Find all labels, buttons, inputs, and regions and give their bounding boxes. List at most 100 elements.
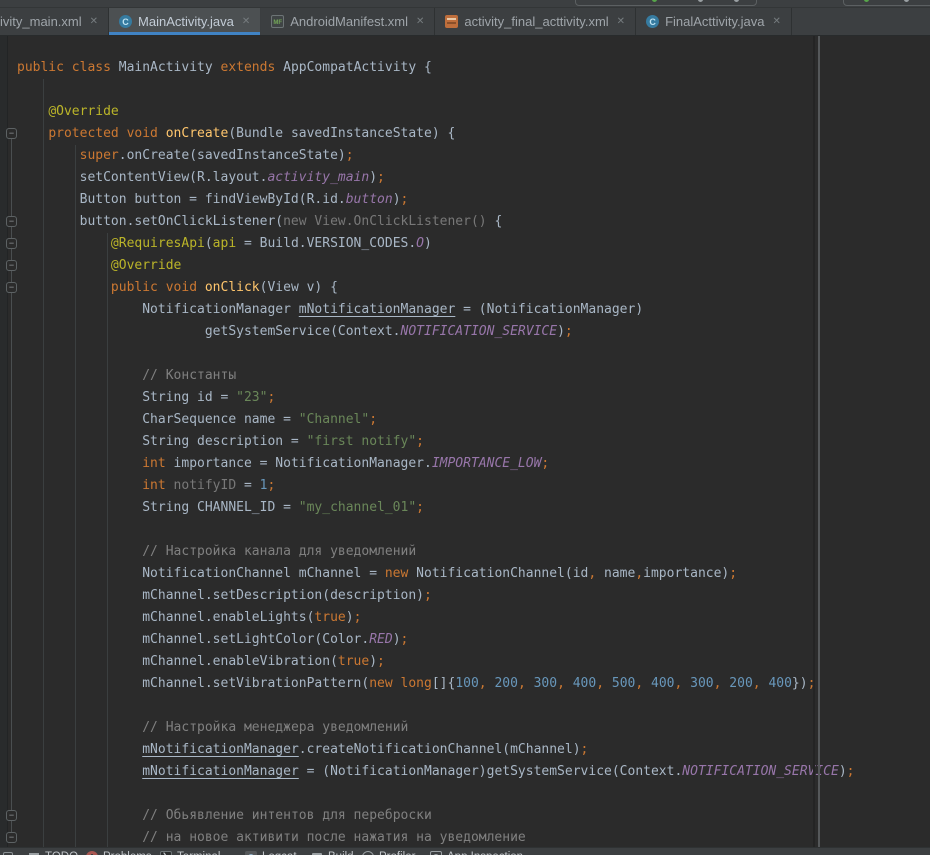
code-editor[interactable]: public class MainActivity extends AppCom… bbox=[0, 36, 930, 847]
code-token: true bbox=[314, 610, 345, 625]
code-line: Button button = findViewById(R.id.button… bbox=[0, 189, 930, 211]
tab-bar: ivity_main.xml✕CMainActivity.java✕MFAndr… bbox=[0, 8, 930, 36]
code-token: mNotificationManager bbox=[142, 742, 299, 757]
code-token: ; bbox=[416, 434, 424, 449]
code-line: public void onClick(View v) { bbox=[0, 277, 930, 299]
tool-window-label: App Inspection bbox=[447, 851, 523, 855]
tool-window-button-problems[interactable]: Problems bbox=[86, 851, 152, 855]
fold-collapse-icon[interactable]: − bbox=[6, 216, 17, 227]
tool-window-label: Terminal bbox=[177, 851, 220, 855]
code-token: (View v) { bbox=[260, 280, 338, 295]
code-token: AppCompatActivity { bbox=[283, 60, 432, 75]
device-status-icon bbox=[652, 0, 657, 2]
toolbar-button-group[interactable] bbox=[575, 0, 757, 6]
code-token: ) bbox=[369, 654, 377, 669]
code-token: .createNotificationChannel(mChannel) bbox=[299, 742, 581, 757]
toolbar-dot-icon bbox=[904, 0, 909, 2]
code-token bbox=[17, 148, 80, 163]
code-token: onCreate bbox=[166, 126, 229, 141]
code-line: mChannel.enableVibration(true); bbox=[0, 651, 930, 673]
code-line: String description = "first notify"; bbox=[0, 431, 930, 453]
code-token: name bbox=[596, 566, 635, 581]
code-line: NotificationManager mNotificationManager… bbox=[0, 299, 930, 321]
code-token: mChannel.enableVibration( bbox=[17, 654, 338, 669]
code-token: super bbox=[80, 148, 119, 163]
code-line: // Настройка канала для уведомлений bbox=[0, 541, 930, 563]
tool-window-button-logcat[interactable]: Logcat bbox=[245, 851, 297, 855]
code-line: public class MainActivity extends AppCom… bbox=[0, 57, 930, 79]
problems-icon bbox=[86, 851, 98, 855]
code-line: mChannel.setLightColor(Color.RED); bbox=[0, 629, 930, 651]
toolbar-button-group[interactable] bbox=[843, 0, 930, 6]
code-token: = (NotificationManager)getSystemService(… bbox=[299, 764, 683, 779]
fold-collapse-icon[interactable]: − bbox=[6, 282, 17, 293]
tool-window-bar: TODO Problems Terminal Logcat Build Profiler A… bbox=[0, 847, 930, 855]
fold-collapse-icon[interactable]: − bbox=[6, 128, 17, 139]
code-token: , bbox=[753, 676, 769, 691]
tab-label: MainActivity.java bbox=[138, 14, 234, 29]
editor-tab-finalacttivity-java[interactable]: CFinalActtivity.java✕ bbox=[636, 8, 792, 35]
tool-window-label: Profiler bbox=[379, 851, 415, 855]
code-token: 500 bbox=[612, 676, 635, 691]
code-token: ; bbox=[581, 742, 589, 757]
code-token: // Константы bbox=[142, 368, 236, 383]
toolbar-dot-icon bbox=[734, 0, 739, 2]
indent-guide-line bbox=[75, 145, 76, 847]
code-token: button.setOnClickListener( bbox=[17, 214, 283, 229]
editor-tab-ivity-main-xml[interactable]: ivity_main.xml ✕ bbox=[0, 8, 109, 35]
code-token bbox=[17, 478, 142, 493]
code-token: (Bundle savedInstanceState) { bbox=[228, 126, 455, 141]
code-line: @Override bbox=[0, 101, 930, 123]
editor-tab-androidmanifest-xml[interactable]: MFAndroidManifest.xml✕ bbox=[261, 8, 435, 35]
java-class-icon: C bbox=[119, 15, 132, 28]
code-token: setContentView(R.layout. bbox=[17, 170, 267, 185]
code-token: importance = NotificationManager. bbox=[174, 456, 432, 471]
code-token: ) bbox=[839, 764, 847, 779]
code-token: O bbox=[416, 236, 424, 251]
code-area[interactable]: public class MainActivity extends AppCom… bbox=[0, 57, 930, 847]
code-token: new long bbox=[369, 676, 432, 691]
code-token: NOTIFICATION_SERVICE bbox=[682, 764, 839, 779]
tool-window-button-build[interactable]: Build bbox=[311, 851, 354, 855]
code-token: ; bbox=[377, 654, 385, 669]
code-token: 100 bbox=[455, 676, 478, 691]
editor-tab-activity-final-acttivity-xml[interactable]: activity_final_acttivity.xml✕ bbox=[435, 8, 636, 35]
code-line bbox=[0, 79, 930, 101]
fold-collapse-icon[interactable]: − bbox=[6, 832, 17, 843]
code-line: mNotificationManager = (NotificationMana… bbox=[0, 761, 930, 783]
code-token: notifyID bbox=[174, 478, 237, 493]
code-token bbox=[17, 236, 111, 251]
code-token: , bbox=[479, 676, 495, 691]
tool-window-button-terminal[interactable]: Terminal bbox=[160, 851, 220, 855]
code-token: 200 bbox=[494, 676, 517, 691]
code-line: getSystemService(Context.NOTIFICATION_SE… bbox=[0, 321, 930, 343]
tab-close-icon[interactable]: ✕ bbox=[242, 16, 250, 27]
code-token: "Channel" bbox=[299, 412, 369, 427]
tool-window-button-app-inspection[interactable]: App Inspection bbox=[430, 851, 523, 855]
code-token: MainActivity bbox=[119, 60, 221, 75]
fold-collapse-icon[interactable]: − bbox=[6, 810, 17, 821]
fold-collapse-icon[interactable]: − bbox=[6, 260, 17, 271]
code-token: = bbox=[236, 478, 259, 493]
tool-window-label: Logcat bbox=[262, 851, 297, 855]
tab-close-icon[interactable]: ✕ bbox=[617, 16, 625, 27]
code-token: int bbox=[142, 456, 173, 471]
tab-label: ivity_main.xml bbox=[0, 14, 82, 29]
editor-tab-mainactivity-java[interactable]: C MainActivity.java ✕ bbox=[109, 8, 261, 35]
terminal-icon bbox=[160, 851, 172, 855]
code-token: 400 bbox=[651, 676, 674, 691]
code-token: mChannel.setDescription(description) bbox=[17, 588, 424, 603]
tab-close-icon[interactable]: ✕ bbox=[90, 16, 98, 27]
fold-collapse-icon[interactable]: − bbox=[6, 238, 17, 249]
tool-window-button-profiler[interactable]: Profiler bbox=[362, 851, 415, 855]
tool-window-button-todo[interactable]: TODO bbox=[28, 851, 78, 855]
code-token: , bbox=[596, 676, 612, 691]
code-token: = Build.VERSION_CODES. bbox=[236, 236, 416, 251]
code-token: @Override bbox=[111, 258, 181, 273]
code-line: @RequiresApi(api = Build.VERSION_CODES.O… bbox=[0, 233, 930, 255]
toolbar-dot-icon bbox=[698, 0, 703, 2]
code-token: true bbox=[338, 654, 369, 669]
tab-close-icon[interactable]: ✕ bbox=[416, 16, 424, 27]
tab-close-icon[interactable]: ✕ bbox=[773, 16, 781, 27]
code-token: String id = bbox=[17, 390, 236, 405]
